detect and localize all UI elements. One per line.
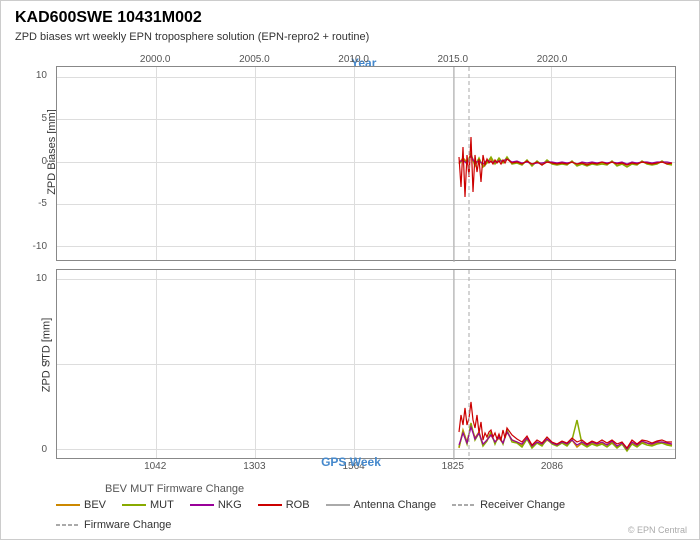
legend-antenna: Antenna Change bbox=[326, 499, 437, 511]
y-tick-top-10: 10 bbox=[36, 70, 47, 81]
year-tick-2020: 2020.0 bbox=[537, 54, 568, 65]
nkg-legend-line bbox=[190, 504, 214, 506]
firmware-legend-line bbox=[56, 524, 80, 526]
bev-std-line bbox=[459, 425, 672, 450]
top-plot-svg bbox=[57, 67, 675, 260]
y-tick-bottom-5: 5 bbox=[41, 358, 47, 369]
y-tick-top-5: 5 bbox=[41, 113, 47, 124]
mut-legend-label: MUT bbox=[150, 499, 174, 511]
chart-subtitle: ZPD biases wrt weekly EPN troposphere so… bbox=[15, 31, 369, 43]
year-tick-2015: 2015.0 bbox=[438, 54, 469, 65]
year-tick-2010: 2010.0 bbox=[338, 54, 369, 65]
rob-line bbox=[459, 137, 672, 197]
bottom-plot-area bbox=[56, 269, 676, 459]
rob-legend-line bbox=[258, 504, 282, 506]
year-tick-2005: 2005.0 bbox=[239, 54, 270, 65]
receiver-legend-line bbox=[452, 504, 476, 506]
bev-legend-line bbox=[56, 504, 80, 506]
year-axis-ticks: 2000.0 2005.0 2010.0 2015.0 2020.0 bbox=[56, 54, 676, 68]
chart-title: KAD600SWE 10431M002 bbox=[15, 9, 202, 27]
antenna-legend-line bbox=[326, 504, 350, 506]
bev-mut-firmware-label: BEV MUT Firmware Change bbox=[105, 483, 244, 495]
legend: BEV MUT NKG ROB Antenna Change Receiver … bbox=[56, 499, 656, 531]
mut-legend-line bbox=[122, 504, 146, 506]
bottom-plot-svg bbox=[57, 270, 675, 458]
antenna-legend-label: Antenna Change bbox=[354, 499, 437, 511]
legend-rob: ROB bbox=[258, 499, 310, 511]
y-axis-top-ticks: 10 5 0 -5 -10 bbox=[1, 66, 53, 261]
top-plot-area bbox=[56, 66, 676, 261]
legend-bev: BEV bbox=[56, 499, 106, 511]
epn-credit: © EPN Central bbox=[628, 525, 687, 535]
y-axis-bottom-ticks: 10 5 0 bbox=[1, 269, 53, 459]
legend-firmware: Firmware Change bbox=[56, 519, 171, 531]
legend-nkg: NKG bbox=[190, 499, 242, 511]
legend-receiver: Receiver Change bbox=[452, 499, 565, 511]
y-tick-top-minus10: -10 bbox=[33, 241, 47, 252]
y-tick-top-0: 0 bbox=[41, 156, 47, 167]
bev-legend-label: BEV bbox=[84, 499, 106, 511]
chart-container: KAD600SWE 10431M002 ZPD biases wrt weekl… bbox=[1, 1, 700, 541]
gps-week-axis-label: GPS Week bbox=[1, 455, 700, 469]
y-tick-bottom-0: 0 bbox=[41, 444, 47, 455]
rob-std-line bbox=[459, 402, 672, 448]
nkg-legend-label: NKG bbox=[218, 499, 242, 511]
y-tick-bottom-10: 10 bbox=[36, 273, 47, 284]
y-tick-top-minus5: -5 bbox=[38, 198, 47, 209]
firmware-legend-label: Firmware Change bbox=[84, 519, 171, 531]
rob-legend-label: ROB bbox=[286, 499, 310, 511]
receiver-legend-label: Receiver Change bbox=[480, 499, 565, 511]
year-tick-2000: 2000.0 bbox=[140, 54, 171, 65]
legend-mut: MUT bbox=[122, 499, 174, 511]
